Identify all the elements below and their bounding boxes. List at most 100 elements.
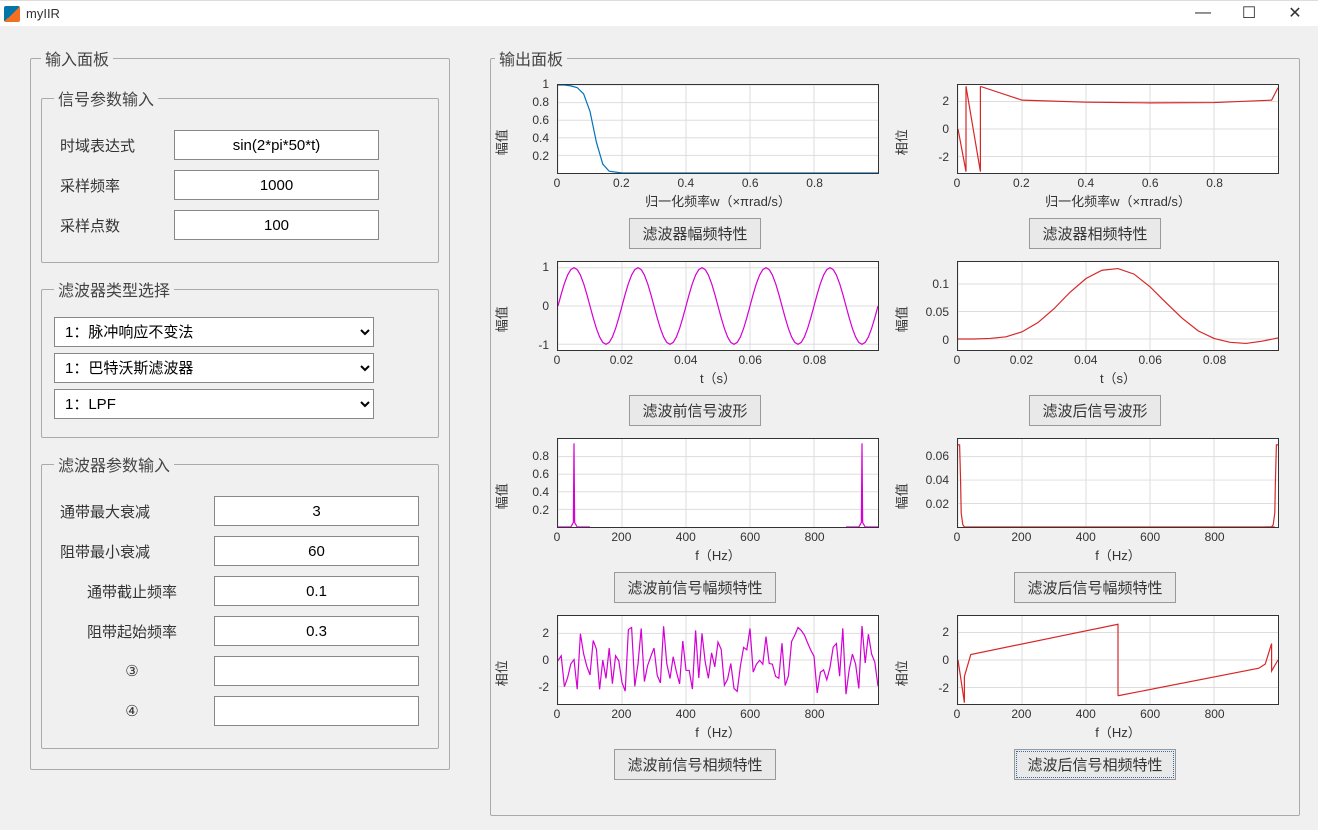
- plot-area: [557, 261, 879, 351]
- yticks: -202: [905, 615, 953, 705]
- filter-type-title: 滤波器类型选择: [54, 277, 174, 301]
- plot-button-p5[interactable]: 滤波前信号幅频特性: [614, 572, 775, 603]
- p5-label: ③: [54, 662, 204, 680]
- plot-button-p7[interactable]: 滤波前信号相频特性: [614, 749, 775, 780]
- n-input[interactable]: [174, 210, 379, 240]
- p5-input[interactable]: [214, 656, 419, 686]
- app-window: myIIR — ☐ ✕ 输入面板 信号参数输入 时域表达式 采样频率: [0, 0, 1318, 823]
- n-label: 采样点数: [54, 215, 174, 236]
- plot-button-p3[interactable]: 滤波前信号波形: [629, 395, 760, 426]
- titlebar: myIIR — ☐ ✕: [0, 0, 1318, 26]
- axes-p1: 幅值0.20.40.60.8100.20.40.60.8归一化频率w（×πrad…: [505, 76, 885, 216]
- window-controls: — ☐ ✕: [1180, 0, 1318, 26]
- maximize-button[interactable]: ☐: [1226, 0, 1272, 26]
- app-body: 输入面板 信号参数输入 时域表达式 采样频率 采样点数: [0, 26, 1318, 830]
- matlab-icon: [4, 6, 20, 22]
- yticks: 0.20.40.60.8: [505, 438, 553, 528]
- plot-area: [557, 84, 879, 174]
- p3-input[interactable]: [214, 576, 419, 606]
- output-panel-title: 输出面板: [495, 46, 567, 70]
- signal-params-group: 信号参数输入 时域表达式 采样频率 采样点数: [41, 86, 439, 263]
- output-panel: 输出面板 幅值0.20.40.60.8100.20.40.60.8归一化频率w（…: [490, 46, 1300, 830]
- xticks: 0200400600800: [557, 530, 879, 544]
- p3-label: 通带截止频率: [54, 581, 204, 602]
- p1-input[interactable]: [214, 496, 419, 526]
- axes-p2: 相位-20200.20.40.60.8归一化频率w（×πrad/s）: [905, 76, 1285, 216]
- output-panel-group: 输出面板 幅值0.20.40.60.8100.20.40.60.8归一化频率w（…: [490, 46, 1300, 816]
- plot-cell-p5: 幅值0.20.40.60.80200400600800f（Hz）滤波前信号幅频特…: [495, 430, 895, 603]
- plot-area: [557, 615, 879, 705]
- xlabel: f（Hz）: [957, 722, 1279, 741]
- p6-input[interactable]: [214, 696, 419, 726]
- yticks: -202: [505, 615, 553, 705]
- xlabel: t（s）: [957, 368, 1279, 387]
- plot-area: [957, 615, 1279, 705]
- axes-p5: 幅值0.20.40.60.80200400600800f（Hz）: [505, 430, 885, 570]
- xlabel: 归一化频率w（×πrad/s）: [557, 191, 879, 210]
- signal-params-title: 信号参数输入: [54, 86, 158, 110]
- xticks: 00.020.040.060.08: [957, 353, 1279, 367]
- close-button[interactable]: ✕: [1272, 0, 1318, 26]
- method-dropdown[interactable]: 1：脉冲响应不变法: [54, 317, 374, 347]
- n-row: 采样点数: [54, 210, 426, 240]
- p1-label: 通带最大衰减: [54, 501, 204, 522]
- plot-cell-p2: 相位-20200.20.40.60.8归一化频率w（×πrad/s）滤波器相频特…: [895, 76, 1295, 249]
- p6-label: ④: [54, 702, 204, 720]
- plot-area: [957, 261, 1279, 351]
- plot-area: [557, 438, 879, 528]
- yticks: -202: [905, 84, 953, 174]
- plot-button-p8[interactable]: 滤波后信号相频特性: [1014, 749, 1175, 780]
- axes-p8: 相位-2020200400600800f（Hz）: [905, 607, 1285, 747]
- plot-button-p1[interactable]: 滤波器幅频特性: [629, 218, 760, 249]
- plot-cell-p4: 幅值00.050.100.020.040.060.08t（s）滤波后信号波形: [895, 253, 1295, 426]
- p2-label: 阻带最小衰减: [54, 541, 204, 562]
- plot-cell-p8: 相位-2020200400600800f（Hz）滤波后信号相频特性: [895, 607, 1295, 780]
- xticks: 00.20.40.60.8: [557, 176, 879, 190]
- input-panel-group: 输入面板 信号参数输入 时域表达式 采样频率 采样点数: [30, 46, 450, 770]
- plots-grid: 幅值0.20.40.60.8100.20.40.60.8归一化频率w（×πrad…: [495, 76, 1295, 780]
- xlabel: 归一化频率w（×πrad/s）: [957, 191, 1279, 210]
- filter-dropdown[interactable]: 1：巴特沃斯滤波器: [54, 353, 374, 383]
- p4-label: 阻带起始频率: [54, 621, 204, 642]
- fs-input[interactable]: [174, 170, 379, 200]
- plot-cell-p6: 幅值0.020.040.060200400600800f（Hz）滤波后信号幅频特…: [895, 430, 1295, 603]
- passtype-dropdown[interactable]: 1：LPF: [54, 389, 374, 419]
- yticks: 0.20.40.60.81: [505, 84, 553, 174]
- expr-row: 时域表达式: [54, 130, 426, 160]
- plot-button-p4[interactable]: 滤波后信号波形: [1029, 395, 1160, 426]
- axes-p7: 相位-2020200400600800f（Hz）: [505, 607, 885, 747]
- xticks: 0200400600800: [957, 530, 1279, 544]
- axes-p3: 幅值-10100.020.040.060.08t（s）: [505, 253, 885, 393]
- window-title: myIIR: [26, 6, 60, 21]
- xticks: 0200400600800: [957, 707, 1279, 721]
- axes-p4: 幅值00.050.100.020.040.060.08t（s）: [905, 253, 1285, 393]
- filter-type-group: 滤波器类型选择 1：脉冲响应不变法 1：巴特沃斯滤波器 1：LPF: [41, 277, 439, 438]
- expr-input[interactable]: [174, 130, 379, 160]
- yticks: 0.020.040.06: [905, 438, 953, 528]
- xticks: 0200400600800: [557, 707, 879, 721]
- plot-cell-p3: 幅值-10100.020.040.060.08t（s）滤波前信号波形: [495, 253, 895, 426]
- plot-area: [957, 84, 1279, 174]
- minimize-button[interactable]: —: [1180, 0, 1226, 26]
- filter-params-title: 滤波器参数输入: [54, 452, 174, 476]
- input-panel-title: 输入面板: [41, 46, 113, 70]
- plot-cell-p7: 相位-2020200400600800f（Hz）滤波前信号相频特性: [495, 607, 895, 780]
- p4-input[interactable]: [214, 616, 419, 646]
- plot-button-p2[interactable]: 滤波器相频特性: [1029, 218, 1160, 249]
- plot-button-p6[interactable]: 滤波后信号幅频特性: [1014, 572, 1175, 603]
- xlabel: f（Hz）: [557, 722, 879, 741]
- yticks: -101: [505, 261, 553, 351]
- fs-row: 采样频率: [54, 170, 426, 200]
- input-panel: 输入面板 信号参数输入 时域表达式 采样频率 采样点数: [30, 46, 450, 830]
- xlabel: f（Hz）: [957, 545, 1279, 564]
- filter-params-group: 滤波器参数输入 通带最大衰减 阻带最小衰减 通带截止频率 阻带起始频率 ③ ④: [41, 452, 439, 749]
- yticks: 00.050.1: [905, 261, 953, 351]
- p2-input[interactable]: [214, 536, 419, 566]
- xticks: 00.20.40.60.8: [957, 176, 1279, 190]
- axes-p6: 幅值0.020.040.060200400600800f（Hz）: [905, 430, 1285, 570]
- plot-cell-p1: 幅值0.20.40.60.8100.20.40.60.8归一化频率w（×πrad…: [495, 76, 895, 249]
- expr-label: 时域表达式: [54, 135, 174, 156]
- plot-area: [957, 438, 1279, 528]
- xlabel: f（Hz）: [557, 545, 879, 564]
- fs-label: 采样频率: [54, 175, 174, 196]
